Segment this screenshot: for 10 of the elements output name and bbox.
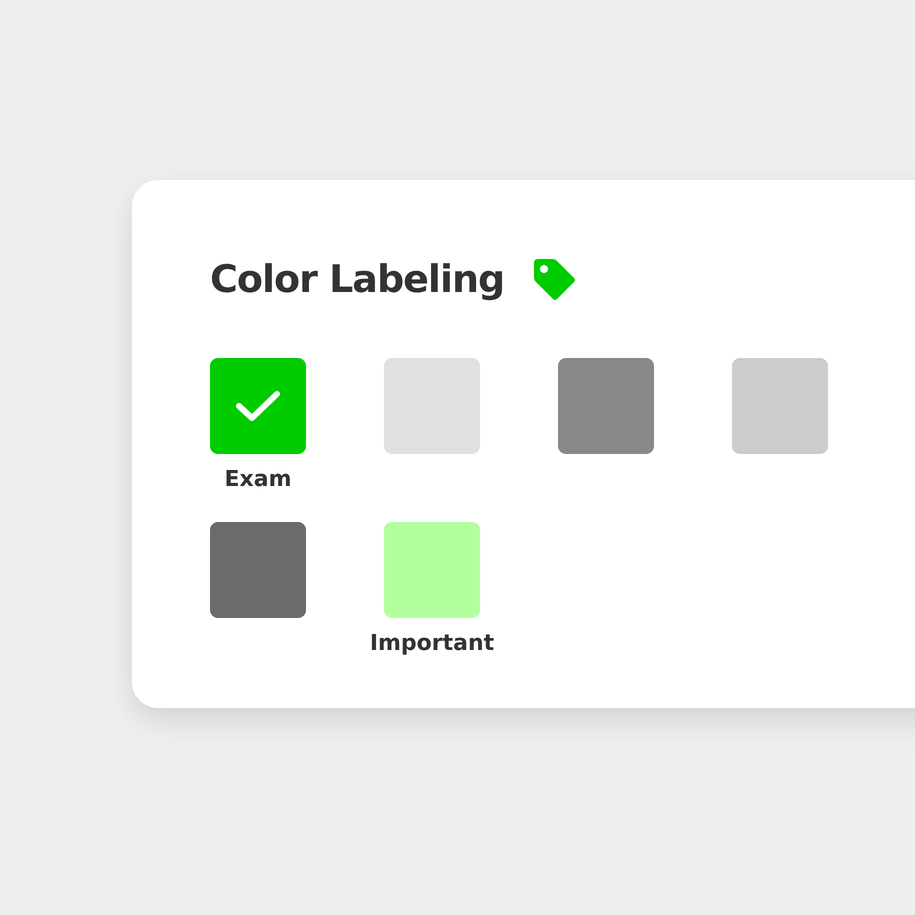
- card-title: Color Labeling: [210, 257, 504, 301]
- color-swatch[interactable]: [210, 522, 306, 618]
- swatch-label: Important: [370, 631, 494, 656]
- color-swatch[interactable]: [384, 358, 480, 454]
- color-swatch[interactable]: [732, 358, 828, 454]
- swatch-label: Exam: [224, 467, 292, 492]
- color-swatch[interactable]: [558, 358, 654, 454]
- color-swatch[interactable]: [384, 522, 480, 618]
- color-swatch[interactable]: [210, 358, 306, 454]
- checkmark-icon: [234, 389, 282, 423]
